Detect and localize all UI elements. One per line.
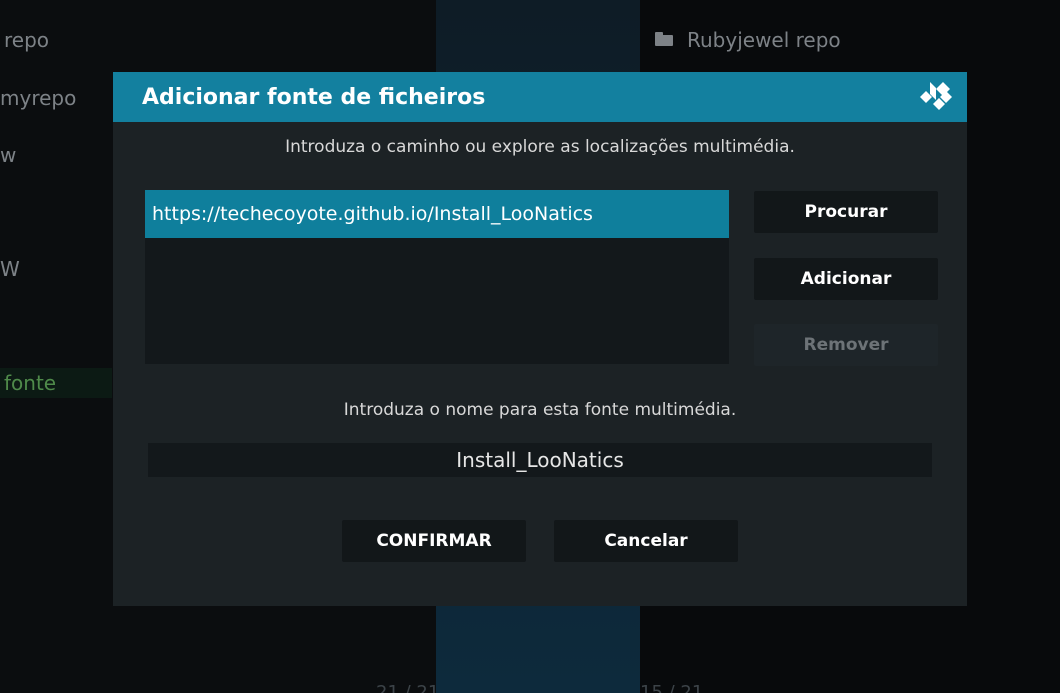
browse-button[interactable]: Procurar <box>754 191 938 233</box>
kodi-logo-icon <box>920 82 952 110</box>
name-instruction: Introduza o nome para esta fonte multimé… <box>343 400 737 420</box>
bg-list-item: myrepo <box>0 86 77 110</box>
remove-button[interactable]: Remover <box>754 324 938 366</box>
bg-list-item-selected: fonte <box>4 371 57 395</box>
add-button[interactable]: Adicionar <box>754 258 938 300</box>
bg-list-item: repo <box>4 28 50 52</box>
folder-icon <box>655 32 673 46</box>
cancel-button[interactable]: Cancelar <box>554 520 738 562</box>
path-list[interactable]: https://techecoyote.github.io/Install_Lo… <box>145 190 729 364</box>
path-list-item[interactable]: https://techecoyote.github.io/Install_Lo… <box>145 190 729 238</box>
bg-counter: 21 / 21 <box>376 682 440 693</box>
source-name-input[interactable]: Install_LooNatics <box>148 443 932 477</box>
path-instruction: Introduza o caminho ou explore as locali… <box>285 137 795 157</box>
dialog-title: Adicionar fonte de ficheiros <box>142 85 486 110</box>
bg-list-item: w <box>0 143 17 167</box>
dialog-titlebar: Adicionar fonte de ficheiros <box>113 72 967 122</box>
bg-counter: 15 / 21 <box>640 682 704 693</box>
confirm-button[interactable]: CONFIRMAR <box>342 520 526 562</box>
bg-right-item: Rubyjewel repo <box>687 28 841 52</box>
add-source-dialog: Adicionar fonte de ficheiros Introduza o… <box>113 72 967 606</box>
bg-list-item: W <box>0 257 20 281</box>
